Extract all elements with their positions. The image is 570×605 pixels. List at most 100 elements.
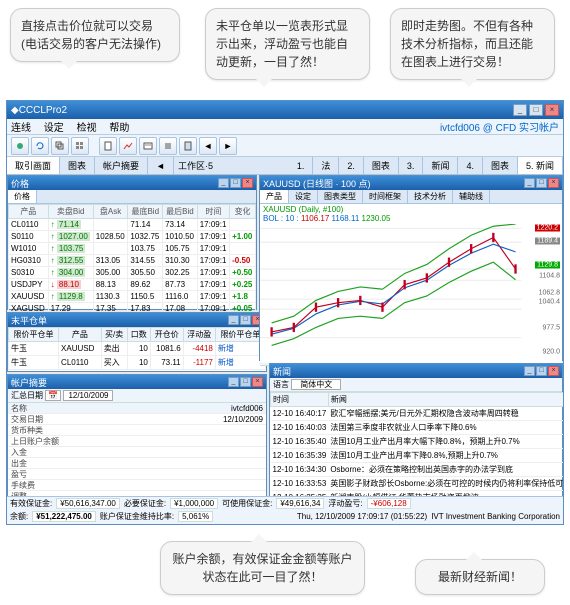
price-col[interactable]: 产品: [9, 205, 49, 219]
price-row[interactable]: HG0310↑ 312.55313.05314.55310.3017:09:1-…: [9, 255, 256, 267]
news-title[interactable]: 新闻 _ □ ×: [270, 364, 562, 378]
tab-r1[interactable]: 1.: [289, 157, 314, 174]
positions-title[interactable]: 末平仓单 _ □ ×: [8, 313, 266, 327]
tab-account[interactable]: 帐户摘要: [95, 157, 148, 174]
price-col[interactable]: 变化: [230, 205, 256, 219]
tool-left-icon[interactable]: ◄: [199, 137, 217, 155]
account-row: 盈亏: [8, 469, 266, 480]
chart-tab[interactable]: 设定: [289, 190, 318, 203]
tab-r2[interactable]: 2.: [339, 157, 364, 174]
panel-max-icon[interactable]: □: [240, 377, 251, 387]
tool-connect-icon[interactable]: [11, 137, 29, 155]
panel-min-icon[interactable]: _: [524, 366, 535, 376]
panel-max-icon[interactable]: □: [230, 178, 241, 188]
price-col[interactable]: 盘Ask: [93, 205, 128, 219]
price-row[interactable]: S0310↑ 304.00305.00305.50302.2517:09:1+0…: [9, 267, 256, 279]
tool-chart-icon[interactable]: [119, 137, 137, 155]
panel-close-icon[interactable]: ×: [548, 178, 559, 188]
price-row[interactable]: S0110↑ 1027.001028.501032.751010.5017:09…: [9, 231, 256, 243]
menubar: 连线 设定 检视 帮助 ivtcfd006 @ CFD 实习帐户: [7, 119, 563, 135]
callout-chart: 即时走势图。不但有各种技术分析指标，而且还能在图表上进行交易！: [390, 8, 555, 80]
tool-right-icon[interactable]: ►: [219, 137, 237, 155]
panel-min-icon[interactable]: _: [218, 178, 229, 188]
tool-tile-icon[interactable]: [71, 137, 89, 155]
maximize-button[interactable]: □: [529, 104, 543, 116]
menu-connect[interactable]: 连线: [11, 123, 31, 134]
price-col[interactable]: 卖盘Bid: [48, 205, 93, 219]
date-icon[interactable]: 📅: [45, 390, 61, 401]
chart-area[interactable]: 920.0977.51040.41062.81104.81129.81189.4…: [260, 224, 562, 352]
panel-min-icon[interactable]: _: [524, 178, 535, 188]
menu-view[interactable]: 检视: [77, 123, 97, 134]
panel-close-icon[interactable]: ×: [252, 377, 263, 387]
account-row: 出金: [8, 458, 266, 469]
news-row[interactable]: 12-10 16:40:03法国第三季度非农就业人口季率下降0.6%: [271, 421, 565, 435]
panel-min-icon[interactable]: _: [228, 315, 239, 325]
panel-max-icon[interactable]: □: [536, 366, 547, 376]
tool-calc-icon[interactable]: [179, 137, 197, 155]
price-tab[interactable]: 价格: [8, 190, 37, 203]
news-row[interactable]: 12-10 16:34:30Osborne：必须在策略控制出英国赤字的办法学到底: [271, 463, 565, 477]
chart-tab[interactable]: 辅助线: [453, 190, 490, 203]
account-tag: ivtcfd006 @ CFD 实习帐户: [440, 119, 559, 134]
price-row[interactable]: W1010↑ 103.75103.75105.7517:09:1: [9, 243, 256, 255]
tab-r5[interactable]: 5. 新闻: [518, 157, 563, 174]
price-row[interactable]: USDJPY↓ 88.1088.1389.6287.7317:09:1+0.25: [9, 279, 256, 291]
status-balance: ¥51,222,475.00: [32, 511, 96, 522]
menu-help[interactable]: 帮助: [109, 123, 129, 134]
chart-panel: XAUUSD (日线图 · 100 点) _ □ × 产品设定图表类型时间框架技…: [259, 175, 563, 361]
tab-nav-left-icon[interactable]: ◄: [148, 157, 174, 174]
account-row: 入金: [8, 447, 266, 458]
panel-min-icon[interactable]: _: [228, 377, 239, 387]
price-col[interactable]: 时间: [197, 205, 229, 219]
tab-trade[interactable]: 取引画面: [7, 157, 60, 174]
chart-tab[interactable]: 技术分析: [408, 190, 453, 203]
news-row[interactable]: 12-10 16:35:39法国10月工业产出月率下降0.8%,预期上升0.7%: [271, 449, 565, 463]
price-row[interactable]: CL0110↑ 71.1471.1473.1417:09:1: [9, 219, 256, 231]
account-date[interactable]: 12/10/2009: [63, 390, 113, 401]
tab-chart[interactable]: 图表: [60, 157, 95, 174]
panel-max-icon[interactable]: □: [240, 315, 251, 325]
tool-refresh-icon[interactable]: [31, 137, 49, 155]
titlebar[interactable]: ◆ CCCLPro2 _ □ ×: [7, 101, 563, 119]
news-lang-select[interactable]: 简体中文: [291, 379, 341, 390]
menu-settings[interactable]: 设定: [44, 123, 64, 134]
chart-title[interactable]: XAUUSD (日线图 · 100 点) _ □ ×: [260, 176, 562, 190]
callout-account: 账户余额，有效保证金金额等账户状态在此可一目了然！: [160, 541, 365, 595]
news-row[interactable]: 12-10 16:33:53英国影子财政部长Osborne:必须在可控的时候内仍…: [271, 477, 565, 491]
panel-max-icon[interactable]: □: [536, 178, 547, 188]
tab-r4[interactable]: 4.: [458, 157, 483, 174]
account-row: 有效保证金¥50,616,347: [8, 524, 266, 525]
chart-tab[interactable]: 时间框架: [363, 190, 408, 203]
price-row[interactable]: XAUUSD↑ 1129.81130.31150.51116.017:09:1+…: [9, 291, 256, 303]
news-row[interactable]: 12-10 16:40:17欧汇窄幅摇摆;美元/日元外汇期权隐含波动率周四转稳: [271, 407, 565, 421]
position-row[interactable]: 牛玉CL0110买入1073.11-1177新增: [9, 356, 266, 370]
tab-r4b[interactable]: 图表: [483, 157, 518, 174]
tool-doc-icon[interactable]: [99, 137, 117, 155]
tool-list-icon[interactable]: [159, 137, 177, 155]
callout-news: 最新财经新闻！: [415, 559, 545, 595]
price-col[interactable]: 最后Bid: [163, 205, 198, 219]
price-table: 产品卖盘Bid盘Ask最底Bid最后Bid时间变化 CL0110↑ 71.147…: [8, 204, 256, 315]
close-button[interactable]: ×: [545, 104, 559, 116]
chart-bol-label: BOL : 10 :: [263, 214, 299, 223]
minimize-button[interactable]: _: [513, 104, 527, 116]
tab-r3b[interactable]: 新闻: [423, 157, 458, 174]
tab-r3[interactable]: 3.: [399, 157, 424, 174]
price-panel-title[interactable]: 价格 _ □ ×: [8, 176, 256, 190]
account-title[interactable]: 帐户摘要 _ □ ×: [8, 375, 266, 389]
chart-tab[interactable]: 产品: [260, 190, 289, 203]
news-row[interactable]: 12-10 16:35:40法国10月工业产出月率大幅下降0.8%，预期上升0.…: [271, 435, 565, 449]
app-logo-icon: ◆: [11, 105, 19, 116]
panel-close-icon[interactable]: ×: [242, 178, 253, 188]
tool-cascade-icon[interactable]: [51, 137, 69, 155]
price-col[interactable]: 最底Bid: [128, 205, 163, 219]
tool-news-icon[interactable]: [139, 137, 157, 155]
position-row[interactable]: 牛玉XAUUSD卖出101081.6-4418新增: [9, 342, 266, 356]
tab-r2b[interactable]: 图表: [364, 157, 399, 174]
app-title: CCCLPro2: [19, 105, 67, 116]
tab-r1b[interactable]: 法: [313, 157, 339, 174]
chart-tab[interactable]: 图表类型: [318, 190, 363, 203]
price-panel: 价格 _ □ × 价格 产品卖盘Bid盘Ask最底Bid最后Bid时间变化 CL…: [7, 175, 257, 310]
panel-close-icon[interactable]: ×: [548, 366, 559, 376]
